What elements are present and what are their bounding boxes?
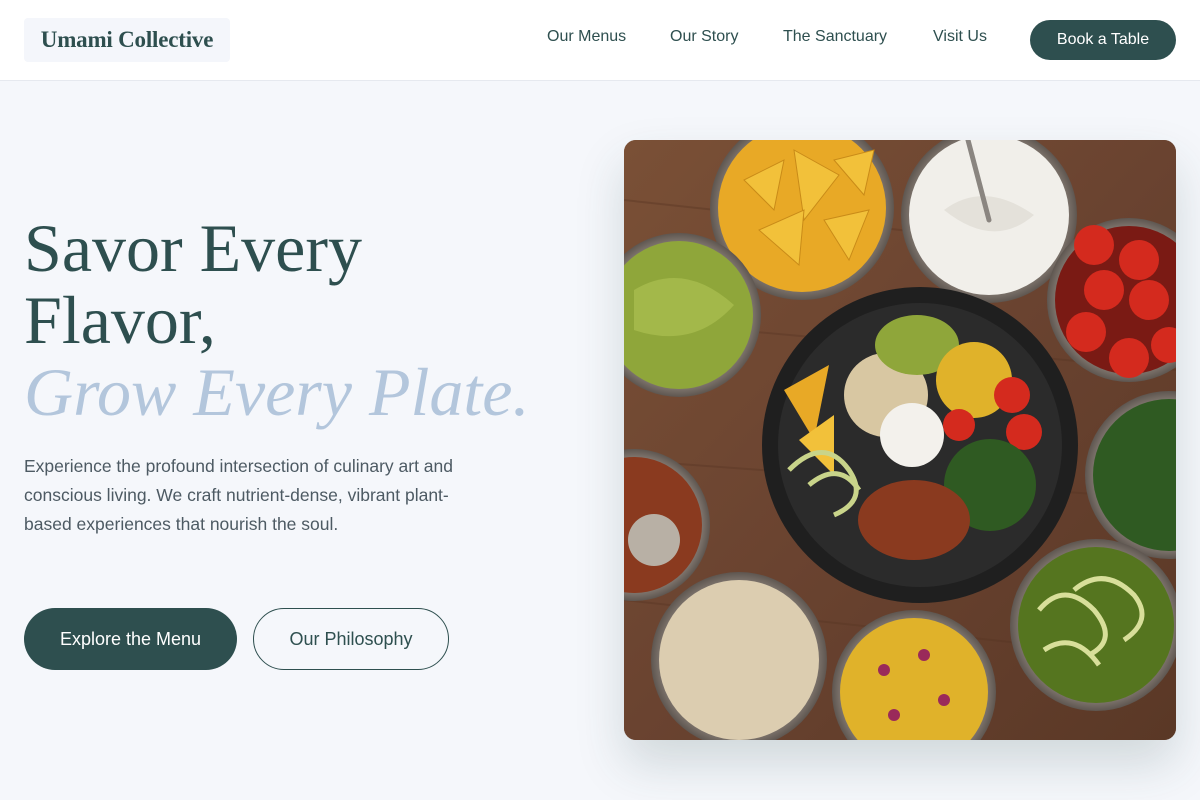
site-header: Umami Collective Our Menus Our Story The… <box>0 0 1200 81</box>
hero-title: Savor Every Flavor, Grow Every Plate. <box>24 212 604 428</box>
hero-title-line1: Savor Every <box>24 210 363 286</box>
nav-link-our-menus[interactable]: Our Menus <box>547 28 626 46</box>
nav-link-the-sanctuary[interactable]: The Sanctuary <box>783 28 887 46</box>
hero-description: Experience the profound intersection of … <box>24 456 454 534</box>
hero-title-line2: Flavor, <box>24 282 216 358</box>
book-table-button[interactable]: Book a Table <box>1030 20 1176 60</box>
nav-link-visit-us[interactable]: Visit Us <box>933 28 987 46</box>
explore-menu-button[interactable]: Explore the Menu <box>24 608 237 670</box>
rice-bowl <box>651 572 827 740</box>
nav-link-our-story[interactable]: Our Story <box>670 28 738 46</box>
zucchini-noodle-bowl <box>1010 539 1176 711</box>
food-spread-illustration <box>624 140 1176 740</box>
center-grain-bowl <box>762 287 1078 603</box>
hero-title-accent: Grow Every Plate. <box>24 354 530 430</box>
our-philosophy-button[interactable]: Our Philosophy <box>253 608 449 670</box>
brand-logo[interactable]: Umami Collective <box>24 18 230 62</box>
hero-food-image <box>624 140 1176 740</box>
